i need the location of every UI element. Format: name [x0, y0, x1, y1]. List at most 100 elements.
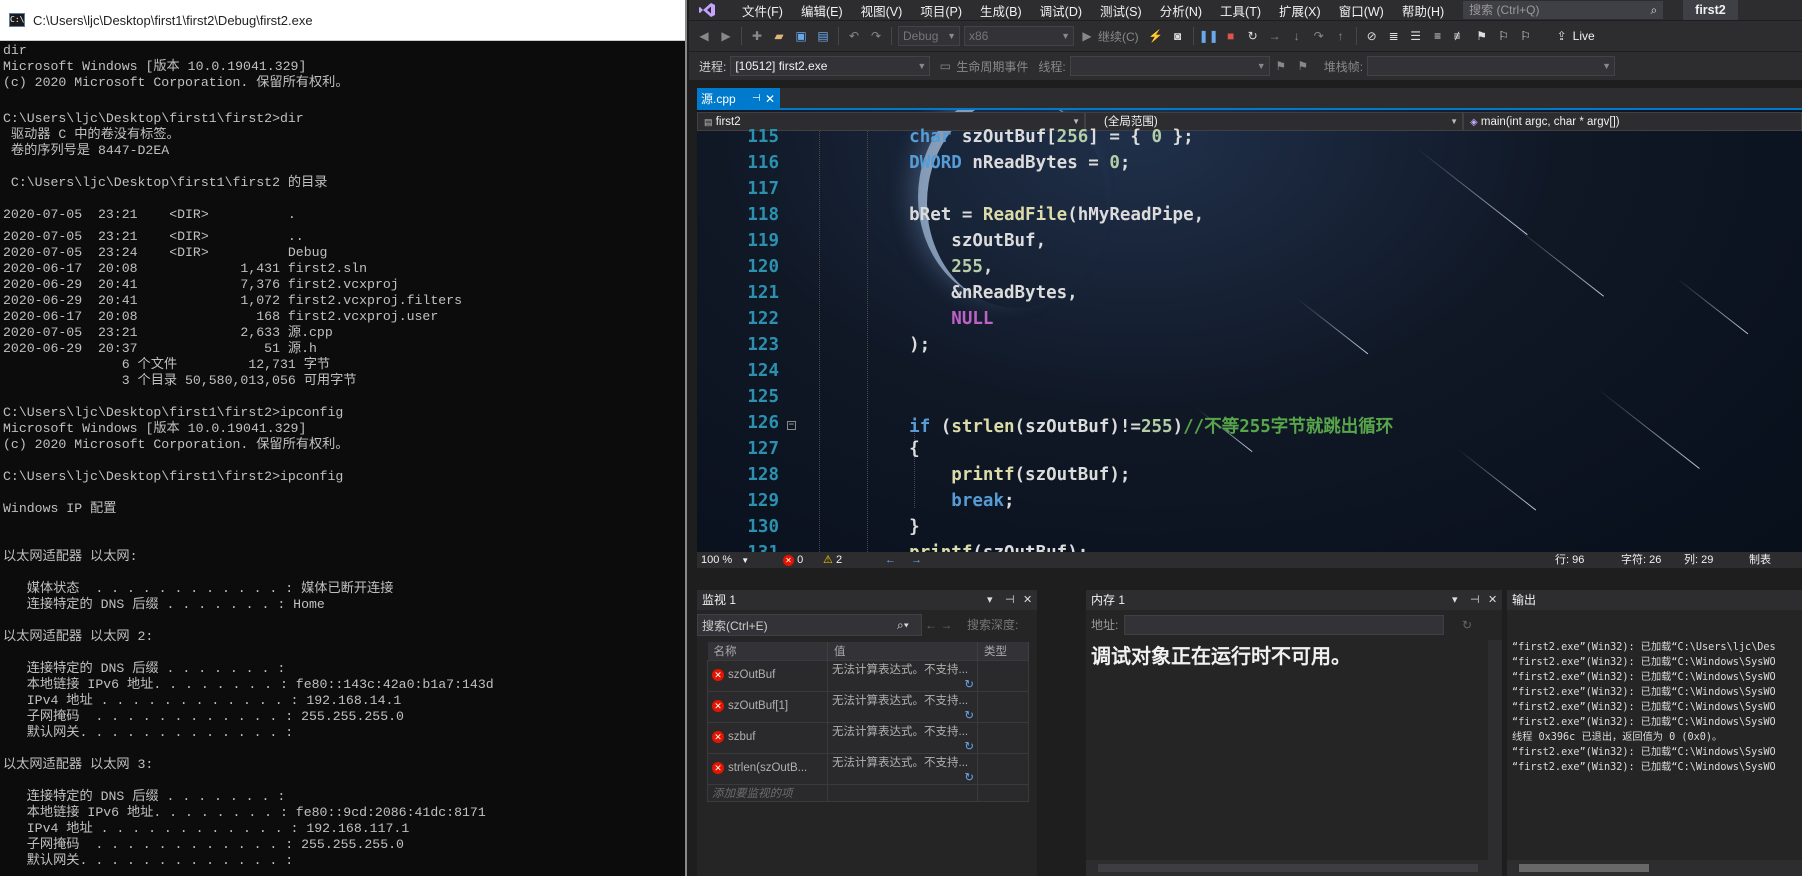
refresh-icon[interactable]: ↻: [964, 677, 974, 691]
chevron-down-icon[interactable]: ▾: [1452, 590, 1458, 610]
hex-display-icon[interactable]: ⊘: [1361, 25, 1383, 47]
output-panel[interactable]: 输出 “first2.exe”(Win32): 已加载“C:\Users\ljc…: [1507, 590, 1802, 876]
code-line[interactable]: 115 char szOutBuf[256] = { 0 };: [697, 127, 1802, 153]
chevron-down-icon[interactable]: ▾: [987, 590, 993, 610]
watch-value-cell[interactable]: 无法计算表达式。不支持... ↻: [827, 690, 978, 723]
tab-source-cpp[interactable]: 源.cpp ⊣ ✕: [697, 88, 780, 110]
menu-item[interactable]: 帮助(H): [1393, 1, 1453, 20]
watch-row[interactable]: ✕ szOutBuf 无法计算表达式。不支持... ↻: [707, 659, 1029, 692]
code-line[interactable]: 128 printf(szOutBuf);: [697, 465, 1802, 491]
menu-item[interactable]: 文件(F): [733, 1, 792, 20]
save-all-icon[interactable]: ▤: [812, 25, 834, 47]
watch-name-cell[interactable]: ✕ szOutBuf: [707, 659, 828, 692]
continue-button-label[interactable]: 继续(C): [1098, 28, 1139, 45]
watch-value-cell[interactable]: 无法计算表达式。不支持... ↻: [827, 659, 978, 692]
lifecycle-events-icon[interactable]: ▭: [934, 55, 956, 77]
watch-search-input[interactable]: 搜索(Ctrl+E): [697, 614, 922, 636]
zoom-dropdown[interactable]: 100 % ▼: [701, 552, 749, 568]
watch-name-cell[interactable]: ✕ szbuf: [707, 721, 828, 754]
warning-count[interactable]: ⚠ 2: [823, 552, 842, 568]
stack-frame-dropdown[interactable]: ▼: [1367, 56, 1616, 76]
bookmark-icon[interactable]: ⚑: [1471, 25, 1493, 47]
uncomment-icon[interactable]: ≢: [1449, 25, 1471, 47]
new-project-icon[interactable]: ✚: [746, 25, 768, 47]
thread-dropdown[interactable]: ▼: [1069, 56, 1270, 76]
menu-item[interactable]: 测试(S): [1091, 1, 1151, 20]
memory-horizontal-scrollbar[interactable]: [1086, 860, 1504, 876]
add-watch-row[interactable]: 添加要监视的项: [707, 783, 1029, 802]
console-titlebar[interactable]: C:\ C:\Users\ljc\Desktop\first1\first2\D…: [0, 0, 685, 41]
menu-item[interactable]: 扩展(X): [1270, 1, 1330, 20]
live-share-label[interactable]: Live: [1573, 29, 1595, 43]
back-arrow-icon[interactable]: ←: [885, 552, 896, 568]
menu-item[interactable]: 项目(P): [911, 1, 971, 20]
process-dropdown[interactable]: [10512] first2.exe ▼: [730, 56, 931, 76]
hot-reload-icon[interactable]: ⚡: [1145, 25, 1167, 47]
column-type-header[interactable]: 类型: [977, 642, 1029, 660]
live-share-icon[interactable]: ⇪: [1551, 25, 1573, 47]
menu-item[interactable]: 调试(D): [1031, 1, 1091, 20]
bookmark-prev-icon[interactable]: ⚐: [1493, 25, 1515, 47]
search-icon[interactable]: ⌕▾: [897, 614, 909, 636]
close-icon[interactable]: ✕: [1023, 590, 1032, 610]
console-window[interactable]: C:\ C:\Users\ljc\Desktop\first1\first2\D…: [0, 0, 687, 876]
output-text[interactable]: “first2.exe”(Win32): 已加载“C:\Users\ljc\De…: [1512, 640, 1776, 775]
menu-item[interactable]: 窗口(W): [1330, 1, 1393, 20]
forward-arrow-icon[interactable]: →: [911, 552, 922, 568]
code-line[interactable]: 123 );: [697, 335, 1802, 361]
code-line[interactable]: 120 255,: [697, 257, 1802, 283]
output-panel-title[interactable]: 输出: [1507, 590, 1802, 610]
back-nav-icon[interactable]: ◀: [693, 25, 715, 47]
forward-nav-icon[interactable]: ▶: [715, 25, 737, 47]
pin-icon[interactable]: ⊣: [1005, 590, 1015, 610]
code-line[interactable]: 119 szOutBuf,: [697, 231, 1802, 257]
continue-play-icon[interactable]: ▶: [1076, 25, 1098, 47]
restart-icon[interactable]: ↻: [1242, 25, 1264, 47]
visual-studio-logo-icon[interactable]: [695, 0, 719, 20]
memory-panel[interactable]: 内存 1 ▾ ⊣ ✕ 地址: ↻ 调试对象正在运行时不可用。: [1086, 590, 1504, 876]
code-editor[interactable]: 源.cpp ⊣ ✕ ▤ first2 ▼ (全局范围) ▼ ◈ main(int…: [697, 88, 1802, 568]
close-icon[interactable]: ✕: [1488, 590, 1497, 610]
comment-icon[interactable]: ≡: [1427, 25, 1449, 47]
watch-value-cell[interactable]: 无法计算表达式。不支持... ↻: [827, 721, 978, 754]
back-arrow-icon[interactable]: ← →: [925, 614, 952, 636]
lifecycle-events-label[interactable]: 生命周期事件: [956, 58, 1028, 75]
refresh-icon[interactable]: ↻: [964, 770, 974, 784]
code-line[interactable]: 122 NULL: [697, 309, 1802, 335]
watch-row[interactable]: ✕ szbuf 无法计算表达式。不支持... ↻: [707, 721, 1029, 754]
close-icon[interactable]: ✕: [765, 88, 775, 110]
threads-icon[interactable]: ≣: [1383, 25, 1405, 47]
code-line[interactable]: 118 bRet = ReadFile(hMyReadPipe,: [697, 205, 1802, 231]
menu-item[interactable]: 生成(B): [971, 1, 1031, 20]
code-line[interactable]: 125: [697, 387, 1802, 413]
quick-search-box[interactable]: 搜索 (Ctrl+Q) ⌕: [1463, 1, 1664, 19]
code-line[interactable]: 130 }: [697, 517, 1802, 543]
add-watch-hint[interactable]: 添加要监视的项: [707, 783, 828, 802]
pin-icon[interactable]: ⊣: [1470, 590, 1480, 610]
output-horizontal-scrollbar[interactable]: [1507, 860, 1802, 876]
watch-row[interactable]: ✕ szOutBuf[1] 无法计算表达式。不支持... ↻: [707, 690, 1029, 723]
refresh-icon[interactable]: ↻: [964, 708, 974, 722]
watch-panel[interactable]: 监视 1 ▾ ⊣ ✕ 搜索(Ctrl+E) ⌕▾ ← → 搜索深度: 名称 值 …: [697, 590, 1037, 876]
redo-icon[interactable]: ↷: [865, 25, 887, 47]
platform-dropdown[interactable]: x86 ▼: [964, 26, 1074, 46]
configuration-dropdown[interactable]: Debug ▼: [898, 26, 960, 46]
menu-item[interactable]: 分析(N): [1151, 1, 1211, 20]
pause-icon[interactable]: ❚❚: [1198, 25, 1220, 47]
error-count[interactable]: ✕ 0: [783, 552, 803, 568]
code-line[interactable]: 116 DWORD nReadBytes = 0;: [697, 153, 1802, 179]
code-line[interactable]: 126 if (strlen(szOutBuf)!=255)//不等255字节就…: [697, 413, 1802, 439]
menu-item[interactable]: 编辑(E): [792, 1, 852, 20]
code-line[interactable]: 127 {: [697, 439, 1802, 465]
code-line[interactable]: 117: [697, 179, 1802, 205]
thread-flag-icon[interactable]: ⚑: [1270, 55, 1292, 77]
watch-row[interactable]: ✕ strlen(szOutB... 无法计算表达式。不支持... ↻: [707, 752, 1029, 785]
undo-icon[interactable]: ↶: [843, 25, 865, 47]
thread-filter-icon[interactable]: ⚑: [1292, 55, 1314, 77]
stack-icon[interactable]: ☰: [1405, 25, 1427, 47]
stop-icon[interactable]: ■: [1220, 25, 1242, 47]
menu-item[interactable]: 工具(T): [1211, 1, 1270, 20]
watch-name-cell[interactable]: ✕ szOutBuf[1]: [707, 690, 828, 723]
console-output[interactable]: dir Microsoft Windows [版本 10.0.19041.329]…: [3, 43, 685, 876]
screenshot-icon[interactable]: ◙: [1167, 25, 1189, 47]
